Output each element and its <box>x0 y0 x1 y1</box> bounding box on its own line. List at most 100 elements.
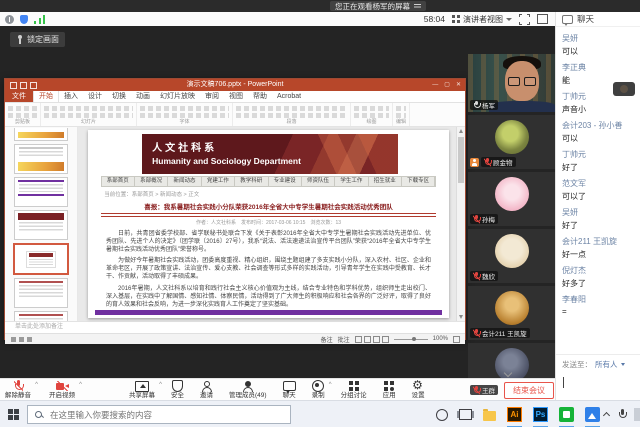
chat-sender-name[interactable]: 倪灯杰 <box>562 265 634 276</box>
send-to-chevron-icon[interactable] <box>621 363 625 366</box>
chat-input-cursor[interactable] <box>563 377 564 388</box>
chevron-up-icon[interactable]: ^ <box>159 382 162 388</box>
ribbon-tab[interactable]: 文件 <box>5 91 33 102</box>
ribbon-tab[interactable]: 插入 <box>59 91 83 102</box>
chat-sender-name[interactable]: 会计203 - 孙小善 <box>562 120 634 131</box>
speaker-view-button[interactable]: 演讲者视图 <box>452 14 512 25</box>
photoshop-button[interactable]: Ps <box>533 401 548 427</box>
ribbon-group[interactable]: 编辑 <box>393 103 410 126</box>
participant-tile[interactable]: 魏欣 <box>468 229 555 283</box>
slide-scrollbar[interactable] <box>456 127 465 321</box>
slide-thumbnail-selected[interactable] <box>13 243 69 275</box>
toolbar-button[interactable]: ^ 安全 <box>170 380 189 399</box>
start-button-icon[interactable] <box>8 409 19 420</box>
float-window-icon[interactable] <box>537 14 548 24</box>
participant-tile[interactable]: 顾金物 <box>468 115 555 169</box>
window-controls[interactable]: —▢✕ <box>432 79 461 91</box>
ribbon-tab[interactable]: 审阅 <box>200 91 224 102</box>
tray-partial-icon[interactable] <box>634 408 640 421</box>
chat-sender-name[interactable]: 丁帅元 <box>562 149 634 160</box>
cortana-icon[interactable] <box>436 409 448 421</box>
ribbon-controls[interactable] <box>396 105 406 118</box>
meeting-app-button[interactable] <box>585 401 600 427</box>
pin-screen-button[interactable]: 锁定画面 <box>10 32 65 47</box>
ribbon-group[interactable]: 幻灯片 <box>41 103 137 126</box>
watching-screen-banner[interactable]: 您正在观看杨军的屏幕 <box>330 1 426 11</box>
ribbon-tab[interactable]: 幻灯片放映 <box>155 91 200 102</box>
notes-pane[interactable]: 单击此处添加备注 <box>5 321 465 333</box>
notes-toggle[interactable]: 备注 <box>321 335 333 344</box>
chevron-up-icon[interactable]: ^ <box>79 382 82 388</box>
scroll-down-icon[interactable] <box>459 315 463 319</box>
ppt-titlebar[interactable]: 演示文稿706.pptx - PowerPoint —▢✕ <box>5 79 465 91</box>
network-signal-icon[interactable] <box>34 15 45 24</box>
fit-slide-icon[interactable] <box>453 336 460 343</box>
participant-tile[interactable]: 孙梅 <box>468 172 555 226</box>
chat-sticker-image[interactable] <box>613 82 635 96</box>
ribbon-tab[interactable]: Acrobat <box>272 91 306 102</box>
current-slide[interactable]: 人文社科系 Humanity and Sociology Department … <box>88 130 449 318</box>
slide-thumbnail[interactable] <box>14 210 68 240</box>
chat-sender-name[interactable]: 吴妍 <box>562 207 634 218</box>
chat-sender-name[interactable]: 范文军 <box>562 178 634 189</box>
toolbar-button[interactable]: ^ 解除静音 <box>4 380 36 399</box>
fullscreen-icon[interactable] <box>519 14 530 25</box>
send-to-selector[interactable]: 所有人 <box>595 359 618 370</box>
scroll-up-icon[interactable] <box>459 129 463 133</box>
ribbon-controls[interactable] <box>236 105 347 118</box>
slide-thumbnail[interactable] <box>14 144 68 174</box>
toolbar-button[interactable]: ^ 聊天 <box>282 380 301 399</box>
chat-message-list[interactable]: 吴妍 可以 李正典 能 丁帅元 声音小 会计203 - 孙小善 可以 <box>556 27 640 316</box>
search-input[interactable] <box>48 409 252 421</box>
ribbon-tab[interactable]: 设计 <box>83 91 107 102</box>
comments-toggle[interactable]: 批注 <box>338 335 350 344</box>
task-view-icon[interactable] <box>459 409 472 420</box>
chat-sender-name[interactable]: 会计211 王凯旋 <box>562 236 634 247</box>
tray-microphone-icon[interactable] <box>618 409 626 420</box>
ribbon-controls[interactable] <box>140 105 229 118</box>
slide-thumbnail-panel[interactable] <box>5 127 78 321</box>
slide-thumbnail[interactable] <box>14 177 68 207</box>
illustrator-button[interactable]: Ai <box>507 401 522 427</box>
security-shield-icon[interactable] <box>20 15 28 24</box>
file-explorer-button[interactable] <box>483 401 496 427</box>
more-participants-chevron-icon[interactable] <box>504 370 512 378</box>
ribbon-tab[interactable]: 切换 <box>107 91 131 102</box>
status-left-icons[interactable] <box>11 337 32 342</box>
slide-thumbnail[interactable] <box>14 311 68 321</box>
toolbar-button[interactable]: ^ 共享屏幕 <box>128 380 160 399</box>
ribbon-tab[interactable]: 帮助 <box>248 91 272 102</box>
ribbon-controls[interactable] <box>8 105 37 118</box>
toolbar-button[interactable]: ^ 应用 <box>382 380 401 399</box>
ribbon-controls[interactable] <box>44 105 133 118</box>
toolbar-button[interactable]: ^ 管理成员(49) <box>228 380 272 399</box>
chat-sender-name[interactable]: 李春阳 <box>562 294 634 305</box>
ribbon-group[interactable]: 字体 <box>137 103 233 126</box>
chat-sender-name[interactable]: 李正典 <box>562 62 634 73</box>
ribbon-controls[interactable] <box>354 105 389 118</box>
banner-menu-icon[interactable] <box>414 4 421 9</box>
toolbar-button[interactable]: ^ 录制 <box>311 380 330 399</box>
tray-expand-chevron-icon[interactable] <box>603 411 610 418</box>
ribbon-tab[interactable]: 视图 <box>224 91 248 102</box>
chat-sender-name[interactable]: 吴妍 <box>562 33 634 44</box>
slide-thumbnail[interactable] <box>14 278 68 308</box>
meeting-info-icon[interactable] <box>5 15 14 24</box>
ribbon-group[interactable]: 绘图 <box>351 103 393 126</box>
participant-tile[interactable]: 杨军 <box>468 54 555 112</box>
chevron-up-icon[interactable]: ^ <box>329 382 332 388</box>
ribbon-group[interactable]: 剪贴板 <box>5 103 41 126</box>
toolbar-button[interactable]: ^ 分组讨论 <box>340 380 372 399</box>
toolbar-button[interactable]: ^ 设置 <box>411 380 430 399</box>
taskbar-search[interactable] <box>27 405 291 424</box>
participant-tile[interactable]: 会计211 王凯旋 <box>468 286 555 340</box>
toolbar-button[interactable]: ^ 开启视频 <box>48 380 80 399</box>
toolbar-button[interactable]: ^ 邀请 <box>199 380 218 399</box>
scrollbar-thumb[interactable] <box>458 137 464 183</box>
zoom-slider[interactable] <box>394 339 428 340</box>
view-switcher-icons[interactable] <box>355 336 389 343</box>
ribbon-tab[interactable]: 开始 <box>33 91 59 102</box>
green-app-button[interactable] <box>559 401 574 427</box>
slide-thumbnail[interactable] <box>14 128 68 141</box>
chevron-up-icon[interactable]: ^ <box>35 382 38 388</box>
